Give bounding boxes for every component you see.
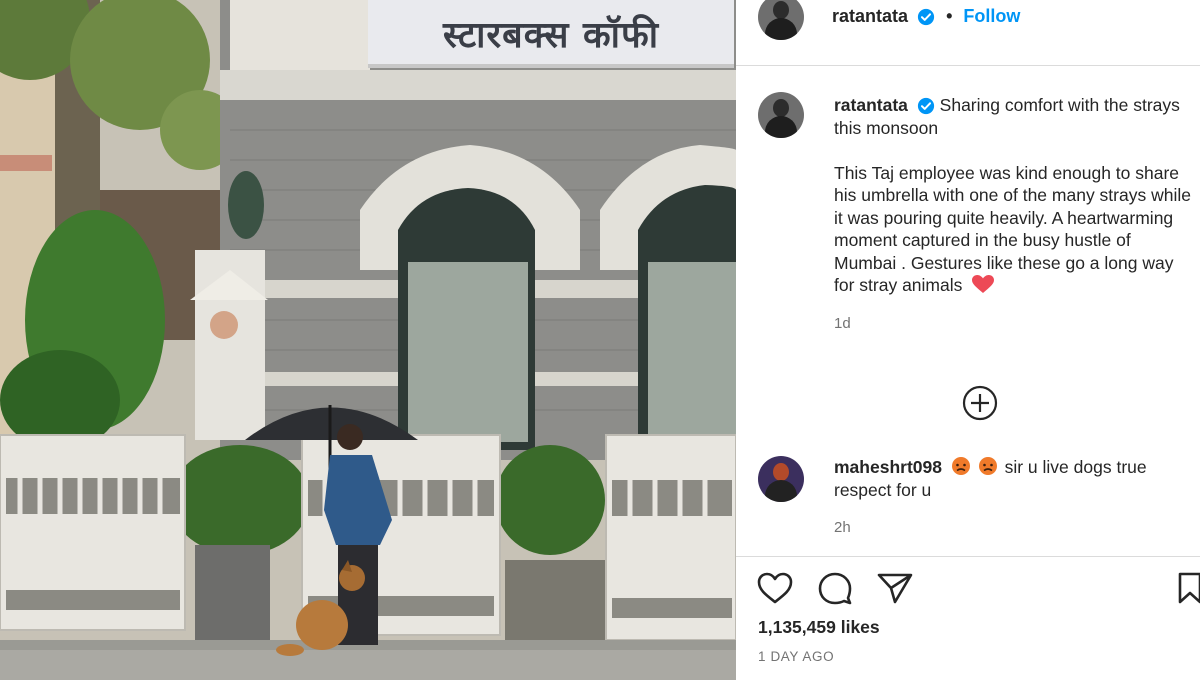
angry-face-icon (951, 457, 970, 475)
author-avatar[interactable] (758, 0, 804, 40)
heart-outline-icon[interactable] (756, 571, 794, 605)
verified-badge-icon (917, 98, 934, 115)
post-date[interactable]: 1 DAY AGO (758, 649, 834, 664)
store-sign-text: स्टारबक्स कॉफी (442, 14, 660, 56)
post-header: ratantata • Follow (736, 0, 1200, 66)
plus-circle-icon[interactable] (962, 385, 998, 421)
post-photo[interactable]: स्टारबक्स कॉफी (0, 0, 736, 680)
commenter-avatar[interactable] (758, 456, 804, 502)
photo-scene (0, 0, 736, 680)
verified-badge-icon (917, 9, 935, 26)
caption-body: This Taj employee was kind enough to sha… (834, 162, 1191, 296)
post-caption: ratantata Sharing comfort with the stray… (834, 94, 1194, 336)
commenter-username[interactable]: maheshrt098 (834, 457, 942, 477)
red-heart-icon (972, 275, 995, 293)
likes-count[interactable]: 1,135,459 likes (758, 617, 880, 638)
post-actions: 1,135,459 likes 1 DAY AGO (736, 556, 1200, 680)
paper-plane-icon[interactable] (876, 571, 914, 605)
follow-button[interactable]: Follow (963, 6, 1020, 26)
caption-timestamp: 1d (834, 315, 851, 332)
post-panel: ratantata • Follow ratantata Sharing com… (736, 0, 1200, 680)
bookmark-icon[interactable] (1176, 571, 1200, 605)
comment-item: maheshrt098 sir u live dogs true respect… (834, 456, 1194, 540)
header-user-row: ratantata • Follow (832, 6, 1020, 27)
caption-username[interactable]: ratantata (834, 95, 908, 115)
angry-face-icon (978, 457, 997, 475)
comment-timestamp: 2h (834, 519, 851, 536)
caption-avatar[interactable] (758, 92, 804, 138)
speech-bubble-icon[interactable] (816, 571, 854, 605)
separator-dot: • (946, 6, 953, 26)
author-username[interactable]: ratantata (832, 6, 908, 26)
